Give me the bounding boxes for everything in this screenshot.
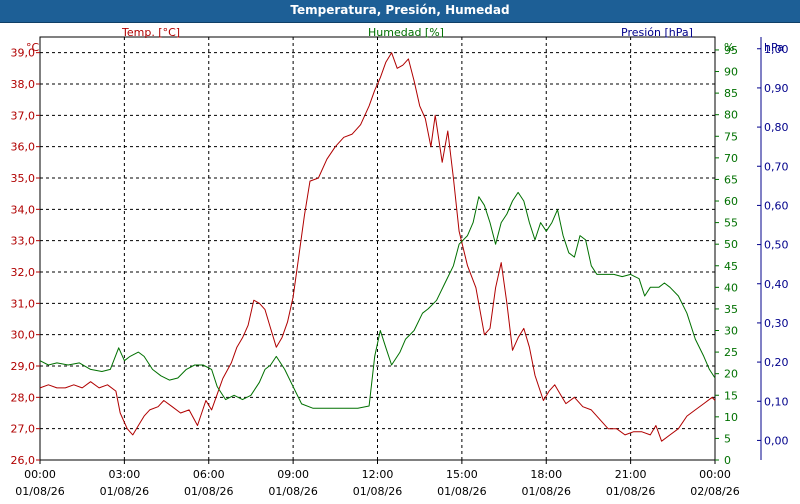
humidity-tick-label: 0 [724, 454, 731, 467]
humidity-tick-label: 85 [724, 87, 738, 100]
x-tick-time: 06:00 [193, 468, 225, 481]
humidity-tick-label: 35 [724, 303, 738, 316]
chart-titlebar: Temperatura, Presión, Humedad [0, 0, 800, 23]
pressure-axis-label: Presión [hPa] [621, 26, 693, 39]
x-tick-date: 01/08/26 [437, 485, 486, 498]
temperature-tick-label: 30,0 [11, 329, 36, 342]
temperature-tick-label: 29,0 [11, 360, 36, 373]
humidity-tick-label: 70 [724, 152, 738, 165]
x-tick-time: 21:00 [615, 468, 647, 481]
temperature-tick-label: 32,0 [11, 266, 36, 279]
temperature-tick-label: 34,0 [11, 203, 36, 216]
temperature-tick-label: 33,0 [11, 235, 36, 248]
temperature-tick-label: 36,0 [11, 141, 36, 154]
pressure-tick-label: 0,20 [764, 356, 789, 369]
humidity-tick-label: 80 [724, 109, 738, 122]
x-tick-date: 01/08/26 [522, 485, 571, 498]
temperature-tick-label: 39,0 [11, 47, 36, 60]
x-tick-time: 03:00 [109, 468, 141, 481]
x-tick-time: 09:00 [277, 468, 309, 481]
humidity-tick-label: 75 [724, 130, 738, 143]
humidity-tick-label: 65 [724, 173, 738, 186]
humidity-tick-label: 30 [724, 325, 738, 338]
humidity-tick-label: 95 [724, 44, 738, 57]
x-tick-time: 18:00 [530, 468, 562, 481]
x-tick-time: 00:00 [699, 468, 731, 481]
x-tick-date: 01/08/26 [184, 485, 233, 498]
pressure-tick-label: 0,30 [764, 317, 789, 330]
pressure-tick-label: 0,70 [764, 160, 789, 173]
x-tick-date: 01/08/26 [268, 485, 317, 498]
humidity-tick-label: 45 [724, 260, 738, 273]
humidity-tick-label: 90 [724, 66, 738, 79]
x-tick-time: 12:00 [362, 468, 394, 481]
humidity-tick-label: 60 [724, 195, 738, 208]
pressure-tick-label: 1,00 [764, 43, 789, 56]
temperature-tick-label: 38,0 [11, 78, 36, 91]
temperature-tick-label: 28,0 [11, 391, 36, 404]
x-tick-date: 01/08/26 [606, 485, 655, 498]
humidity-tick-label: 25 [724, 346, 738, 359]
chart-area: °C Temp. [°C] Humedad [%] Presión [hPa] … [0, 23, 800, 500]
x-tick-time: 00:00 [24, 468, 56, 481]
pressure-tick-label: 0,40 [764, 278, 789, 291]
x-tick-date: 01/08/26 [353, 485, 402, 498]
chart-title: Temperatura, Presión, Humedad [290, 3, 510, 17]
humidity-tick-label: 40 [724, 281, 738, 294]
pressure-tick-label: 0,10 [764, 395, 789, 408]
chart-svg: °C Temp. [°C] Humedad [%] Presión [hPa] … [11, 26, 789, 498]
pressure-tick-label: 0,90 [764, 82, 789, 95]
temperature-tick-label: 35,0 [11, 172, 36, 185]
humidity-tick-label: 55 [724, 217, 738, 230]
humidity-tick-label: 5 [724, 432, 731, 445]
pressure-tick-label: 0,60 [764, 199, 789, 212]
temperature-tick-label: 37,0 [11, 109, 36, 122]
humidity-tick-label: 15 [724, 389, 738, 402]
temperature-tick-label: 31,0 [11, 297, 36, 310]
temperature-axis-label: Temp. [°C] [121, 26, 180, 39]
x-tick-date: 01/08/26 [100, 485, 149, 498]
humidity-axis-label: Humedad [%] [368, 26, 444, 39]
humidity-tick-label: 50 [724, 238, 738, 251]
pressure-tick-label: 0,00 [764, 434, 789, 447]
temperature-tick-label: 27,0 [11, 423, 36, 436]
x-tick-date: 02/08/26 [690, 485, 739, 498]
pressure-tick-label: 0,80 [764, 121, 789, 134]
pressure-tick-label: 0,50 [764, 239, 789, 252]
humidity-tick-label: 20 [724, 368, 738, 381]
x-tick-date: 01/08/26 [15, 485, 64, 498]
temperature-tick-label: 26,0 [11, 454, 36, 467]
x-tick-time: 15:00 [446, 468, 478, 481]
humidity-tick-label: 10 [724, 411, 738, 424]
